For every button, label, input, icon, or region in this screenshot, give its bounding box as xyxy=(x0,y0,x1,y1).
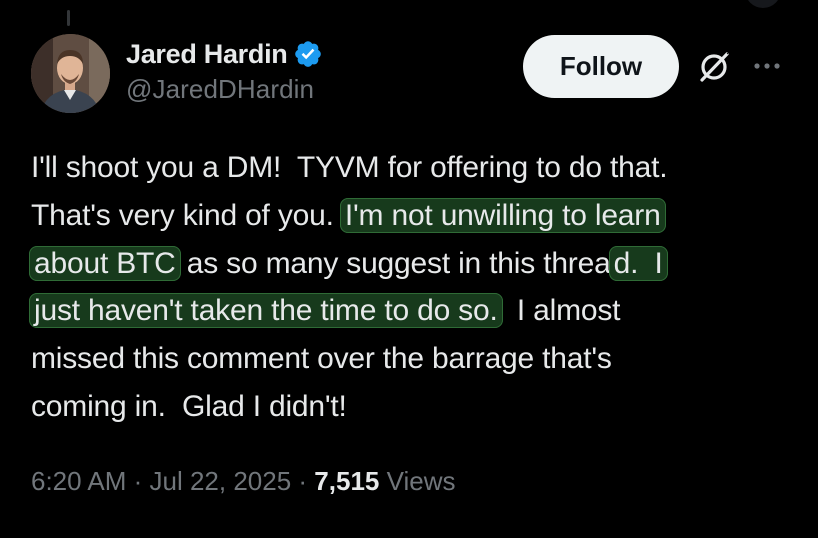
tweet-text-line: just haven't taken the time to do so. I … xyxy=(29,287,801,335)
follow-button[interactable]: Follow xyxy=(523,35,679,98)
avatar[interactable] xyxy=(31,34,110,113)
author-name-row: Jared Hardin xyxy=(126,36,323,72)
meta-separator: · xyxy=(291,466,315,496)
text-segment: as so many suggest in this threa xyxy=(178,246,611,280)
meta-separator: · xyxy=(126,466,150,496)
highlighted-text-segment: about BTC xyxy=(29,245,181,281)
highlighted-text-segment: I'm not unwilling to learn xyxy=(339,197,666,233)
tweet-date[interactable]: Jul 22, 2025 xyxy=(150,466,292,496)
text-segment: I almost xyxy=(500,294,621,328)
views-count: 7,515 xyxy=(314,466,380,496)
verified-badge-icon[interactable] xyxy=(293,39,323,69)
author-handle[interactable]: @JaredDHardin xyxy=(126,74,323,105)
text-segment: missed this comment over the barrage tha… xyxy=(31,342,612,376)
author-info: Jared Hardin @JaredDHardin xyxy=(126,36,323,105)
views-label: Views xyxy=(379,466,456,496)
thread-connector-line xyxy=(67,10,70,26)
highlighted-text-segment: d. I xyxy=(608,245,668,281)
tweet-meta: 6:20 AM · Jul 22, 2025 · 7,515 Views xyxy=(31,466,455,497)
grok-icon[interactable] xyxy=(697,50,731,84)
tweet-text-line: I'll shoot you a DM! TYVM for offering t… xyxy=(31,144,801,192)
tweet-text-line: missed this comment over the barrage tha… xyxy=(31,335,801,383)
more-icon[interactable] xyxy=(752,58,784,74)
highlighted-text-segment: just haven't taken the time to do so. xyxy=(29,293,503,329)
tweet-text-line: about BTC as so many suggest in this thr… xyxy=(29,240,801,288)
text-segment: That's very kind of you. xyxy=(31,198,342,232)
tweet-text: I'll shoot you a DM! TYVM for offering t… xyxy=(29,144,801,431)
tweet-text-line: That's very kind of you. I'm not unwilli… xyxy=(31,192,801,240)
text-segment: I'll shoot you a DM! TYVM for offering t… xyxy=(31,151,668,184)
text-segment: coming in. Glad I didn't! xyxy=(31,389,347,423)
tweet-time[interactable]: 6:20 AM xyxy=(31,466,126,496)
avatar-photo xyxy=(31,34,110,113)
previous-avatar-edge xyxy=(745,0,781,8)
author-display-name[interactable]: Jared Hardin xyxy=(126,39,288,70)
tweet-text-line: coming in. Glad I didn't! xyxy=(31,383,801,431)
